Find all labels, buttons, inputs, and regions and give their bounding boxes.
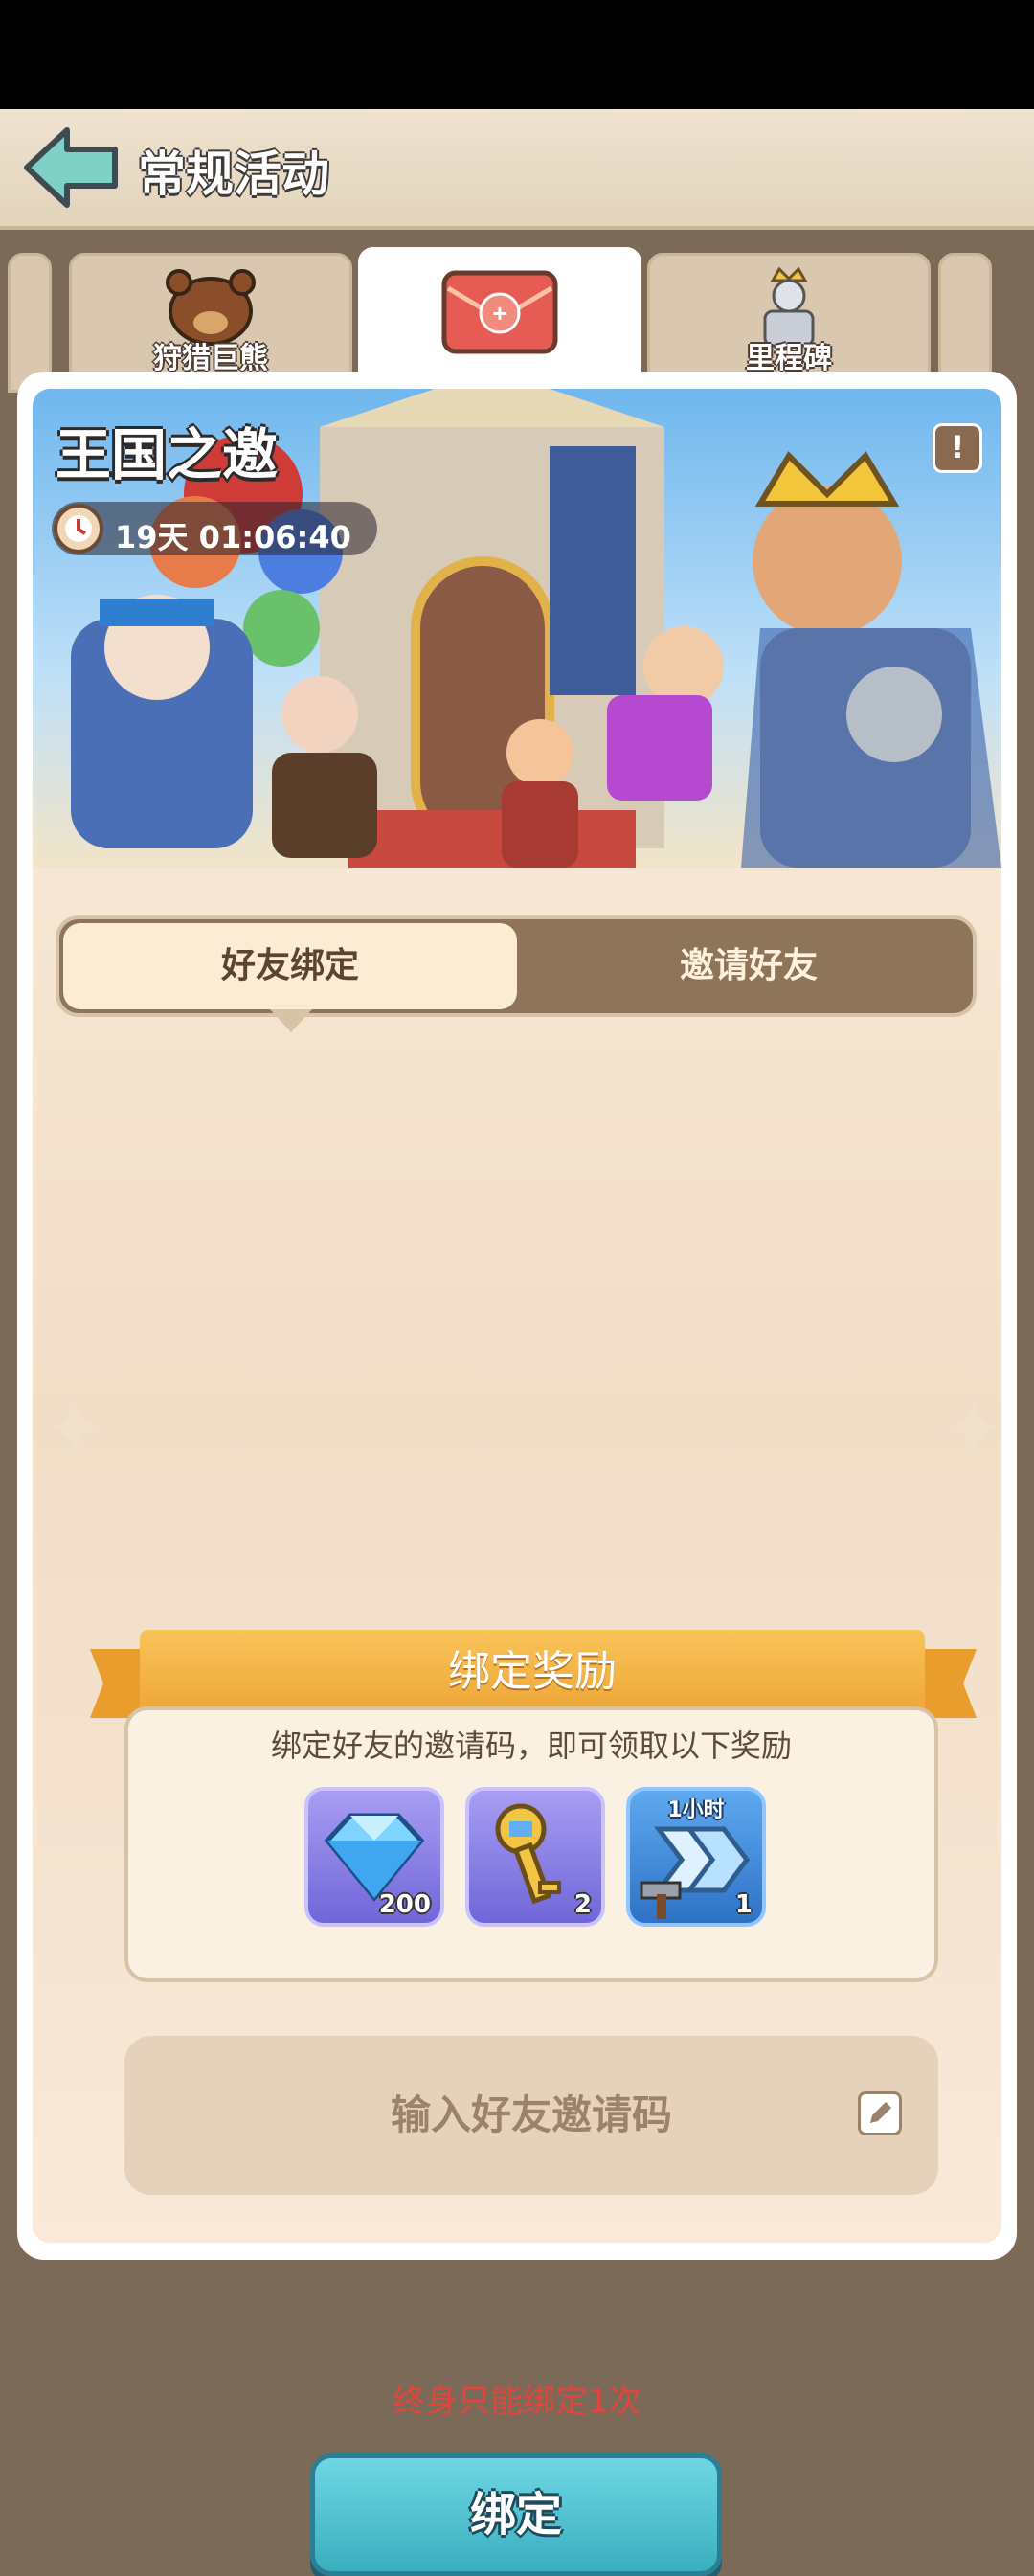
svg-text:+: + bbox=[492, 299, 506, 328]
event-banner: 王国之邀 19天 01:06:40 ! bbox=[33, 389, 1001, 868]
back-button[interactable] bbox=[21, 124, 121, 211]
header: 常规活动 bbox=[0, 109, 1034, 230]
tab-friend-bind[interactable]: 好友绑定 bbox=[63, 923, 517, 1032]
reward-title: 绑定奖励 bbox=[448, 1647, 617, 1696]
bind-limit-note: 终身只能绑定1次 bbox=[393, 2383, 641, 2421]
reward-item-key[interactable]: 2 bbox=[465, 1787, 605, 1927]
bind-button[interactable]: 绑定 bbox=[310, 2453, 722, 2576]
event-title: 王国之邀 bbox=[56, 422, 279, 487]
edit-icon[interactable] bbox=[858, 2091, 902, 2135]
status-bar bbox=[0, 0, 1034, 109]
item-duration: 1小时 bbox=[667, 1798, 725, 1822]
back-arrow-icon bbox=[24, 127, 118, 208]
item-count: 1 bbox=[734, 1890, 753, 1919]
decoration: ✦ bbox=[42, 1385, 107, 1474]
tab-label: 狩猎巨熊 bbox=[153, 342, 268, 375]
tab-bar: 狩猎巨熊 + 里程碑 bbox=[0, 230, 1034, 396]
countdown-timer: 19天 01:06:40 bbox=[52, 502, 377, 555]
reward-card: 绑定好友的邀请码，即可领取以下奖励 200 2 1小时 1 bbox=[124, 1706, 938, 1982]
item-count: 200 bbox=[378, 1890, 431, 1919]
page-title: 常规活动 bbox=[138, 147, 329, 202]
reward-description: 绑定好友的邀请码，即可领取以下奖励 bbox=[270, 1728, 792, 1764]
tab-label: 里程碑 bbox=[746, 342, 832, 375]
invite-friends-icon: + bbox=[441, 270, 558, 354]
reward-item-speedup[interactable]: 1小时 1 bbox=[626, 1787, 766, 1927]
tab-invite-friend[interactable]: 邀请好友 bbox=[525, 923, 973, 1009]
countdown-text: 19天 01:06:40 bbox=[115, 519, 351, 555]
reward-item-diamond[interactable]: 200 bbox=[304, 1787, 444, 1927]
invite-code-placeholder: 输入好友邀请码 bbox=[390, 2091, 672, 2138]
clock-icon bbox=[54, 504, 103, 554]
invite-code-input[interactable]: 输入好友邀请码 bbox=[124, 2036, 938, 2195]
bind-content: ✦ ✦ 好友绑定 邀请好友 绑定奖励 绑定好友的邀请码，即可领取以下奖励 200 bbox=[33, 868, 1006, 2576]
activity-panel: 王国之邀 19天 01:06:40 ! ✦ ✦ 好友绑定 邀请好友 绑定奖励 绑… bbox=[17, 372, 1017, 2576]
decoration: ✦ bbox=[942, 1385, 1007, 1474]
bind-button-label: 绑定 bbox=[469, 2488, 562, 2542]
item-count: 2 bbox=[573, 1890, 592, 1919]
segmented-control: 好友绑定 邀请好友 bbox=[56, 915, 977, 1032]
pencil-icon bbox=[870, 2102, 891, 2123]
info-button[interactable]: ! bbox=[933, 423, 982, 473]
